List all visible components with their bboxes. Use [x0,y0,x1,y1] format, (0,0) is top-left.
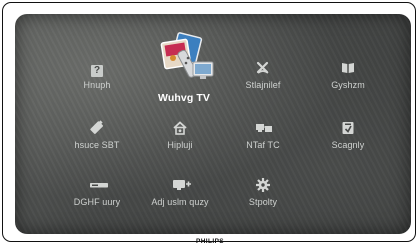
menu-item-satellite[interactable]: Stlajnilef [222,60,304,90]
menu-item-label: Stlajnilef [245,80,281,90]
watch-tv-icon-graphic [160,32,214,79]
menu-item-label: Scagnly [331,140,365,150]
settings-gear-icon [255,177,271,193]
menu-item-label: Adj uslm quzy [151,197,209,207]
recorder-icon [89,177,108,193]
watch-tv-icon [153,32,215,90]
menu-item-label: Wuhvg TV [158,92,210,104]
menu-item-recorder[interactable]: DGHF uury [56,177,138,207]
menu-item-scenario[interactable]: Scagnly [307,120,389,150]
menu-item-label: Hipluji [167,140,193,150]
home-menu-screen: ? Hnuph Wuhvg TV Stlajnilef Gyshzm hsuce… [15,14,411,234]
menu-item-label: hsuce SBT [74,140,120,150]
menu-item-label: Stpolty [248,197,278,207]
scenario-icon [340,120,356,136]
menu-item-network[interactable]: NTaf TC [222,120,304,150]
tv-bezel: ? Hnuph Wuhvg TV Stlajnilef Gyshzm hsuce… [2,2,416,242]
menu-item-home-network[interactable]: Hipluji [139,120,221,150]
add-device-icon [172,177,191,193]
menu-item-label: NTaf TC [246,140,280,150]
menu-item-watch-tv[interactable]: Wuhvg TV [139,32,229,104]
menu-item-label: DGHF uury [73,197,121,207]
menu-item-add-device[interactable]: Adj uslm quzy [139,177,221,207]
usb-icon [89,120,105,136]
menu-item-label: Gyshzm [331,80,365,90]
book-icon [340,60,356,76]
menu-item-help[interactable]: ? Hnuph [56,60,138,90]
menu-item-usb[interactable]: hsuce SBT [56,120,138,150]
network-icon [255,120,272,136]
satellite-icon [255,60,271,76]
menu-item-settings[interactable]: Stpolty [222,177,304,207]
home-network-icon [172,120,188,136]
brand-logo-text: PHILIPS [195,238,225,245]
menu-item-guide[interactable]: Gyshzm [307,60,389,90]
menu-item-label: Hnuph [83,80,111,90]
help-icon: ? [89,60,105,77]
